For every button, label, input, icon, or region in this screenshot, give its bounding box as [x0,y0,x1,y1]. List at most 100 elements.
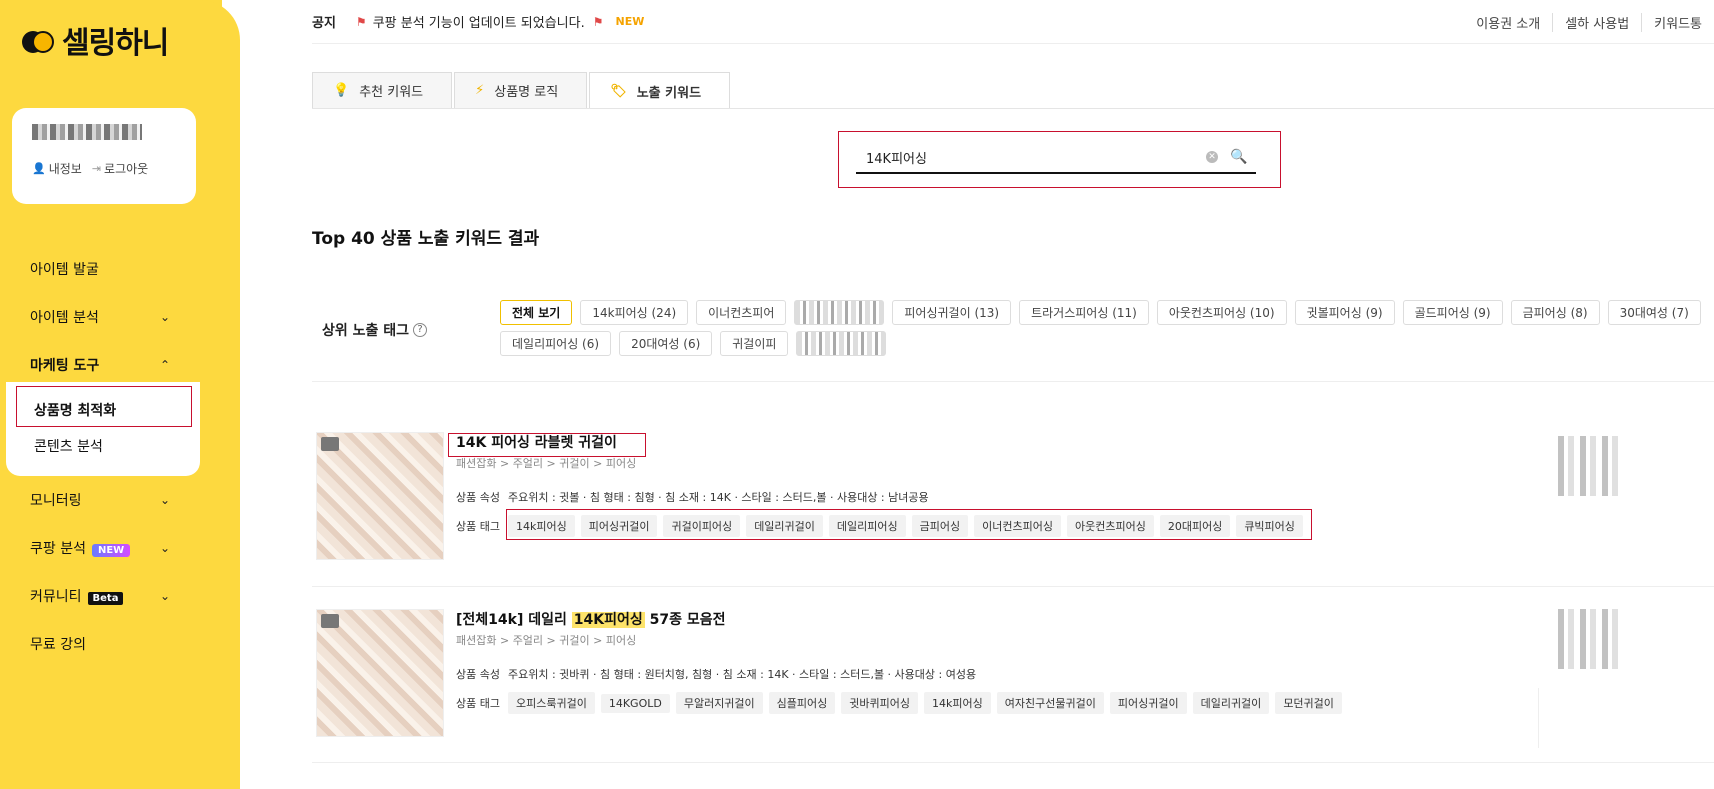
product-tag[interactable]: 모던귀걸이 [1275,692,1342,714]
product-tag[interactable]: 심플피어싱 [768,692,836,714]
notice-label: 공지 [312,16,336,31]
tab-bar: 💡 추천 키워드 ⚡ 상품명 로직 🏷 노출 키워드 [312,72,732,109]
notice-new-label: NEW [615,15,645,28]
my-info-link[interactable]: 👤 내정보 [32,160,82,177]
top-tag-chip[interactable]: 트라거스피어싱 (11) [1019,300,1149,325]
top-tag-chip[interactable]: 30대여성 (7) [1607,300,1701,325]
title-part: 57종 모음전 [644,612,726,628]
top-link-keyword[interactable]: 키워드통 [1641,12,1714,32]
product-tag[interactable]: 무알러지귀걸이 [675,692,763,714]
user-card: 👤 내정보 ⇥ 로그아웃 [12,108,196,204]
sidebar-item-label: 쿠팡 분석 [30,541,86,557]
top-links: 이용권 소개 셀하 사용법 키워드통 [1464,0,1714,44]
product-tag[interactable]: 데일리귀걸이 [1192,692,1270,714]
top-tag-label-text: 상위 노출 태그 [322,323,410,339]
sidebar-item-label: 무료 강의 [30,637,86,653]
tag-icon: 🏷 [610,83,627,99]
new-badge: NEW [91,544,131,557]
help-icon[interactable]: ? [413,323,428,337]
notice-text[interactable]: 쿠팡 분석 기능이 업데이트 되었습니다. [373,12,585,31]
product-tag[interactable]: 오피스룩귀걸이 [507,692,595,714]
top-link-guide[interactable]: 셀하 사용법 [1552,12,1641,32]
top-bar: 공지 ⚑ 쿠팡 분석 기능이 업데이트 되었습니다. ⚑ NEW 이용권 소개 … [312,0,1714,44]
top-tag-chip[interactable]: 귀걸이피 [720,331,789,356]
sidebar-item-coupang[interactable]: 쿠팡 분석 NEW ⌄ [0,524,200,572]
product-attrs: 상품 속성 주요위치 : 귓바퀴 · 침 형태 : 원터치형, 침형 · 침 소재… [456,666,1342,682]
top-tag-chip[interactable] [796,331,887,356]
attr-values: 주요위치 : 귓볼 · 침 형태 : 침형 · 침 소재 : 14K · 스타일… [507,491,929,504]
tabs-divider [312,108,1714,109]
sidebar-nav-lower: 모니터링 ⌄ 쿠팡 분석 NEW ⌄ 커뮤니티 Beta ⌄ 무료 강의 [0,476,200,668]
user-icon: 👤 [32,162,46,175]
top-tag-chip[interactable]: 데일리피어싱 (6) [500,331,612,356]
search-input[interactable] [866,149,1206,165]
tab-recommended-keyword[interactable]: 💡 추천 키워드 [312,72,453,108]
top-tag-chip[interactable]: 20대여성 (6) [619,331,713,356]
tags-label: 상품 태그 [456,697,500,710]
top-tag-chip[interactable]: 금피어싱 (8) [1510,300,1600,325]
top-tag-chip[interactable]: 이너컨츠피어 [696,300,787,325]
flag-icon: ⚑ [355,14,367,29]
column-divider [1538,688,1539,748]
sidebar-item-analysis[interactable]: 아이템 분석 ⌄ [0,293,200,341]
search-field: ✕ 🔍 [856,142,1256,174]
clear-icon[interactable]: ✕ [1206,151,1218,163]
beta-badge: Beta [87,592,124,605]
tags-highlight-box [506,509,1312,540]
top-tag-chip[interactable]: 아웃컨츠피어싱 (10) [1156,300,1287,325]
product-tag[interactable]: 14KGOLD [600,693,670,713]
attr-values: 주요위치 : 귓바퀴 · 침 형태 : 원터치형, 침형 · 침 소재 : 14… [507,668,977,681]
chevron-down-icon: ⌄ [159,541,170,555]
top-tag-chip[interactable]: 귓볼피어싱 (9) [1294,300,1395,325]
product-side-blurred [1558,436,1618,496]
my-info-label: 내정보 [48,162,82,176]
tags-label: 상품 태그 [456,520,500,533]
user-links: 👤 내정보 ⇥ 로그아웃 [32,160,176,177]
sidebar-curve [200,0,240,789]
top-tag-chip[interactable] [794,300,885,325]
sidebar-item-content-analysis[interactable]: 콘텐츠 분석 [6,428,200,464]
tab-label: 상품명 로직 [494,85,559,100]
top-tag-chip[interactable]: 피어싱귀걸이 (13) [892,300,1012,325]
logout-link[interactable]: ⇥ 로그아웃 [92,160,148,177]
attr-label: 상품 속성 [456,491,500,504]
product-category: 패션잡화 > 주얼리 > 귀걸이 > 피어싱 [456,634,637,647]
sidebar-item-label: 마케팅 도구 [30,358,100,374]
sidebar-item-label: 아이템 발굴 [30,262,99,278]
attr-label: 상품 속성 [456,668,500,681]
top-tag-chip[interactable]: 14k피어싱 (24) [580,300,689,325]
logout-icon: ⇥ [91,162,102,175]
top-tag-label: 상위 노출 태그? [322,320,428,340]
product-title[interactable]: [전체14k] 데일리 14K피어싱 57종 모음전 [456,609,1342,629]
sidebar-nav: 아이템 발굴 아이템 분석 ⌄ 마케팅 도구 ⌃ [0,245,200,389]
section-divider [312,381,1714,382]
sidebar-item-community[interactable]: 커뮤니티 Beta ⌄ [0,572,200,620]
chevron-down-icon: ⌄ [159,589,170,603]
product-tag[interactable]: 14k피어싱 [924,692,991,714]
logo[interactable]: 셀링하니 [22,18,169,62]
sidebar-item-free-lecture[interactable]: 무료 강의 [0,620,200,668]
product-tags: 상품 태그 오피스룩귀걸이 14KGOLD 무알러지귀걸이 심플피어싱 귓바퀴피어싱 14k… [456,692,1342,714]
sub-item-label: 콘텐츠 분석 [34,439,103,455]
sidebar-item-monitoring[interactable]: 모니터링 ⌄ [0,476,200,524]
result-title: Top 40 상품 노출 키워드 결과 [312,229,540,249]
top-tag-chip[interactable]: 전체 보기 [500,300,573,325]
title-part: [전체14k] 데일리 [456,612,572,628]
top-tag-chip[interactable]: 골드피어싱 (9) [1402,300,1503,325]
product-tag[interactable]: 귓바퀴피어싱 [841,692,919,714]
row-divider [312,762,1714,763]
sidebar-item-discovery[interactable]: 아이템 발굴 [0,245,200,293]
product-tag[interactable]: 여자친구선물귀걸이 [996,692,1104,714]
chevron-down-icon: ⌄ [159,493,170,507]
logout-label: 로그아웃 [104,162,149,176]
tab-title-logic[interactable]: ⚡ 상품명 로직 [454,72,588,108]
search-icon[interactable]: 🔍 [1230,149,1247,165]
tab-exposure-keyword[interactable]: 🏷 노출 키워드 [589,72,731,109]
active-item-highlight [16,386,192,427]
top-link-pricing[interactable]: 이용권 소개 [1464,13,1552,32]
product-thumbnail[interactable] [316,432,444,560]
product-attrs: 상품 속성 주요위치 : 귓볼 · 침 형태 : 침형 · 침 소재 : 14K … [456,489,1303,505]
sidebar-item-label: 모니터링 [30,493,82,509]
product-tag[interactable]: 피어싱귀걸이 [1109,692,1187,714]
product-thumbnail[interactable] [316,609,444,737]
